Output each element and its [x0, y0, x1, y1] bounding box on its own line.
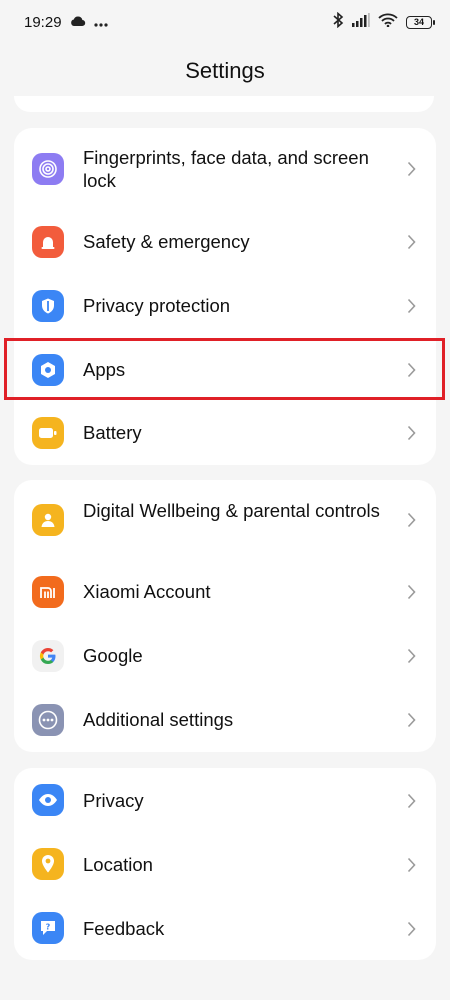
- fingerprint-icon: [32, 153, 64, 185]
- settings-item-label: Google: [83, 645, 143, 666]
- location-pin-icon: [32, 848, 64, 880]
- settings-item-google[interactable]: Google: [14, 624, 436, 688]
- settings-item-xiaomi-account[interactable]: Xiaomi Account: [14, 560, 436, 624]
- settings-item-label: Digital Wellbeing & parental controls: [83, 500, 380, 521]
- shield-icon: [32, 290, 64, 322]
- settings-item-label: Feedback: [83, 918, 165, 939]
- settings-item-privacy-protection[interactable]: Privacy protection: [14, 274, 436, 338]
- settings-item-label: Fingerprints, face data, and screen lock: [83, 147, 369, 191]
- settings-item-label: Apps: [83, 359, 126, 380]
- settings-group-accounts: Digital Wellbeing & parental controls Xi…: [14, 480, 436, 752]
- page-title: Settings: [185, 58, 265, 83]
- settings-item-label: Privacy: [83, 790, 144, 811]
- feedback-icon: ?: [32, 912, 64, 944]
- wifi-icon: [378, 13, 398, 31]
- battery-icon: 34: [406, 15, 435, 29]
- settings-item-fingerprints[interactable]: Fingerprints, face data, and screen lock: [14, 128, 436, 210]
- settings-item-feedback[interactable]: ? Feedback: [14, 896, 436, 960]
- status-time: 19:29: [24, 13, 62, 31]
- chevron-right-icon: [404, 583, 418, 601]
- chevron-right-icon: [404, 160, 418, 178]
- settings-item-label: Xiaomi Account: [83, 581, 211, 602]
- settings-item-apps[interactable]: Apps: [14, 338, 436, 402]
- settings-item-additional-settings[interactable]: Additional settings: [14, 688, 436, 752]
- chevron-right-icon: [404, 424, 418, 442]
- settings-item-privacy[interactable]: Privacy: [14, 768, 436, 832]
- wellbeing-icon: [32, 504, 64, 536]
- settings-item-digital-wellbeing[interactable]: Digital Wellbeing & parental controls: [14, 480, 436, 560]
- bluetooth-icon: [332, 11, 344, 32]
- status-bar: 19:29 34: [0, 0, 450, 44]
- chevron-right-icon: [404, 297, 418, 315]
- settings-item-label: Safety & emergency: [83, 231, 250, 252]
- previous-card-edge: [14, 96, 434, 112]
- alarm-icon: [32, 226, 64, 258]
- chevron-right-icon: [404, 856, 418, 874]
- more-dots-icon: [93, 14, 108, 31]
- chevron-right-icon: [404, 792, 418, 810]
- signal-icon: [352, 13, 370, 31]
- more-dots-icon: [32, 704, 64, 736]
- svg-text:?: ?: [46, 923, 51, 932]
- settings-group-security: Fingerprints, face data, and screen lock…: [14, 128, 436, 465]
- chevron-right-icon: [404, 920, 418, 938]
- apps-icon: [32, 354, 64, 386]
- status-right: 34: [332, 11, 435, 32]
- chevron-right-icon: [404, 711, 418, 729]
- chevron-right-icon: [404, 361, 418, 379]
- status-left: 19:29: [24, 14, 108, 31]
- cloud-icon: [70, 14, 86, 31]
- settings-group-privacy: Privacy Location ? Feedback: [14, 768, 436, 960]
- settings-item-safety-emergency[interactable]: Safety & emergency: [14, 210, 436, 274]
- settings-item-battery[interactable]: Battery: [14, 402, 436, 465]
- chevron-right-icon: [404, 511, 418, 529]
- google-icon: [32, 640, 64, 672]
- settings-item-location[interactable]: Location: [14, 832, 436, 896]
- settings-item-label: Battery: [83, 422, 142, 443]
- settings-item-label: Location: [83, 854, 153, 875]
- battery-icon: [32, 417, 64, 449]
- settings-item-label: Privacy protection: [83, 295, 231, 316]
- mi-icon: [32, 576, 64, 608]
- settings-item-label: Additional settings: [83, 709, 234, 730]
- chevron-right-icon: [404, 647, 418, 665]
- eye-icon: [32, 784, 64, 816]
- chevron-right-icon: [404, 233, 418, 251]
